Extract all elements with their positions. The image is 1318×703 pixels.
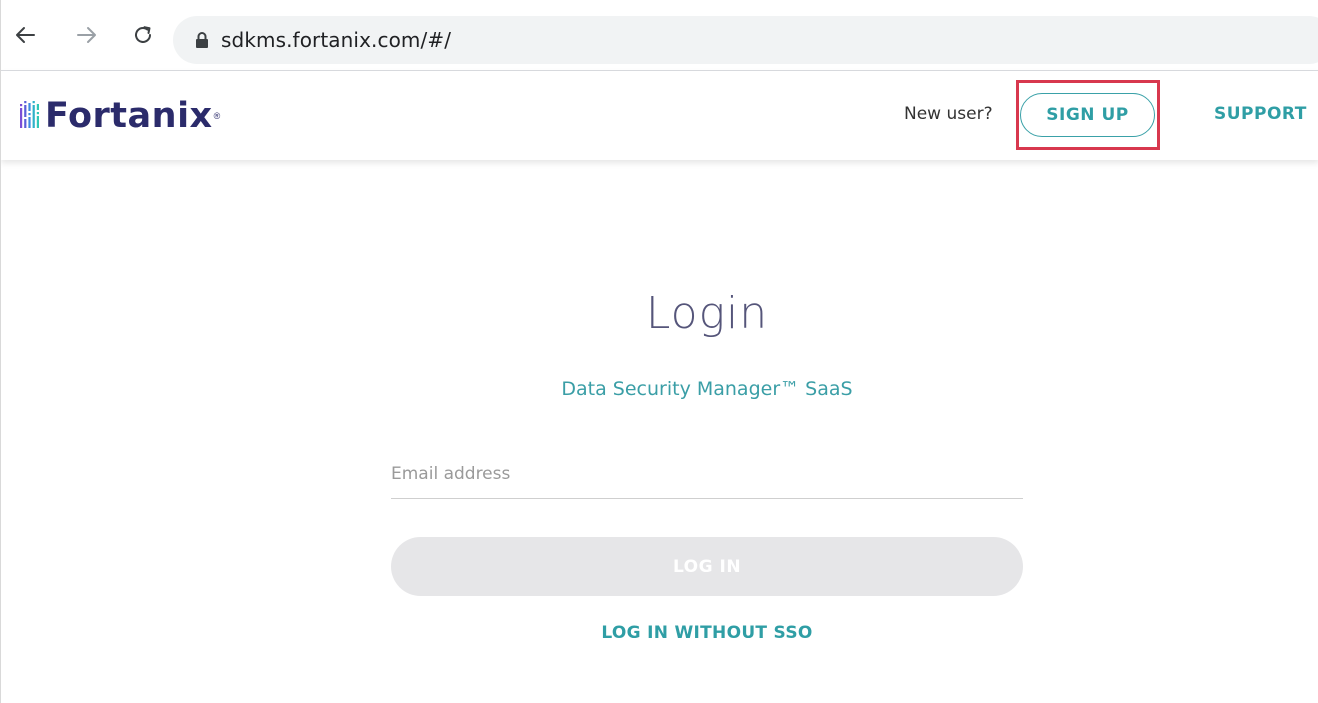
fortanix-logo[interactable]: Fortanix ® [19, 96, 220, 136]
product-subtitle: Data Security Manager™ SaaS [561, 378, 853, 400]
page-frame: sdkms.fortanix.com/#/ Fortanix ® New use… [0, 0, 1318, 703]
support-link[interactable]: SUPPORT [1214, 104, 1307, 124]
url-text[interactable]: sdkms.fortanix.com/#/ [221, 28, 451, 52]
sign-up-button[interactable]: SIGN UP [1020, 93, 1155, 137]
log-in-button[interactable]: LOG IN [391, 537, 1023, 596]
arrow-right-icon[interactable] [75, 23, 99, 47]
page-title: Login [645, 288, 769, 339]
log-in-without-sso-container: LOG IN WITHOUT SSO [1, 623, 1318, 643]
address-bar[interactable]: sdkms.fortanix.com/#/ [173, 16, 1318, 64]
app-header: Fortanix ® New user? SIGN UP SUPPORT [1, 71, 1318, 160]
email-field[interactable] [391, 450, 1023, 499]
new-user-text: New user? [904, 104, 993, 124]
log-in-without-sso-link[interactable]: LOG IN WITHOUT SSO [601, 623, 812, 643]
browser-toolbar: sdkms.fortanix.com/#/ [1, 0, 1318, 71]
reload-icon[interactable] [131, 23, 155, 47]
login-panel: Login Data Security Manager™ SaaS LOG IN… [1, 160, 1318, 703]
logo-registered-mark: ® [213, 111, 221, 121]
arrow-left-icon[interactable] [13, 23, 37, 47]
logo-mark-icon [20, 101, 39, 128]
logo-text: Fortanix [45, 96, 213, 136]
lock-icon[interactable] [195, 31, 209, 49]
